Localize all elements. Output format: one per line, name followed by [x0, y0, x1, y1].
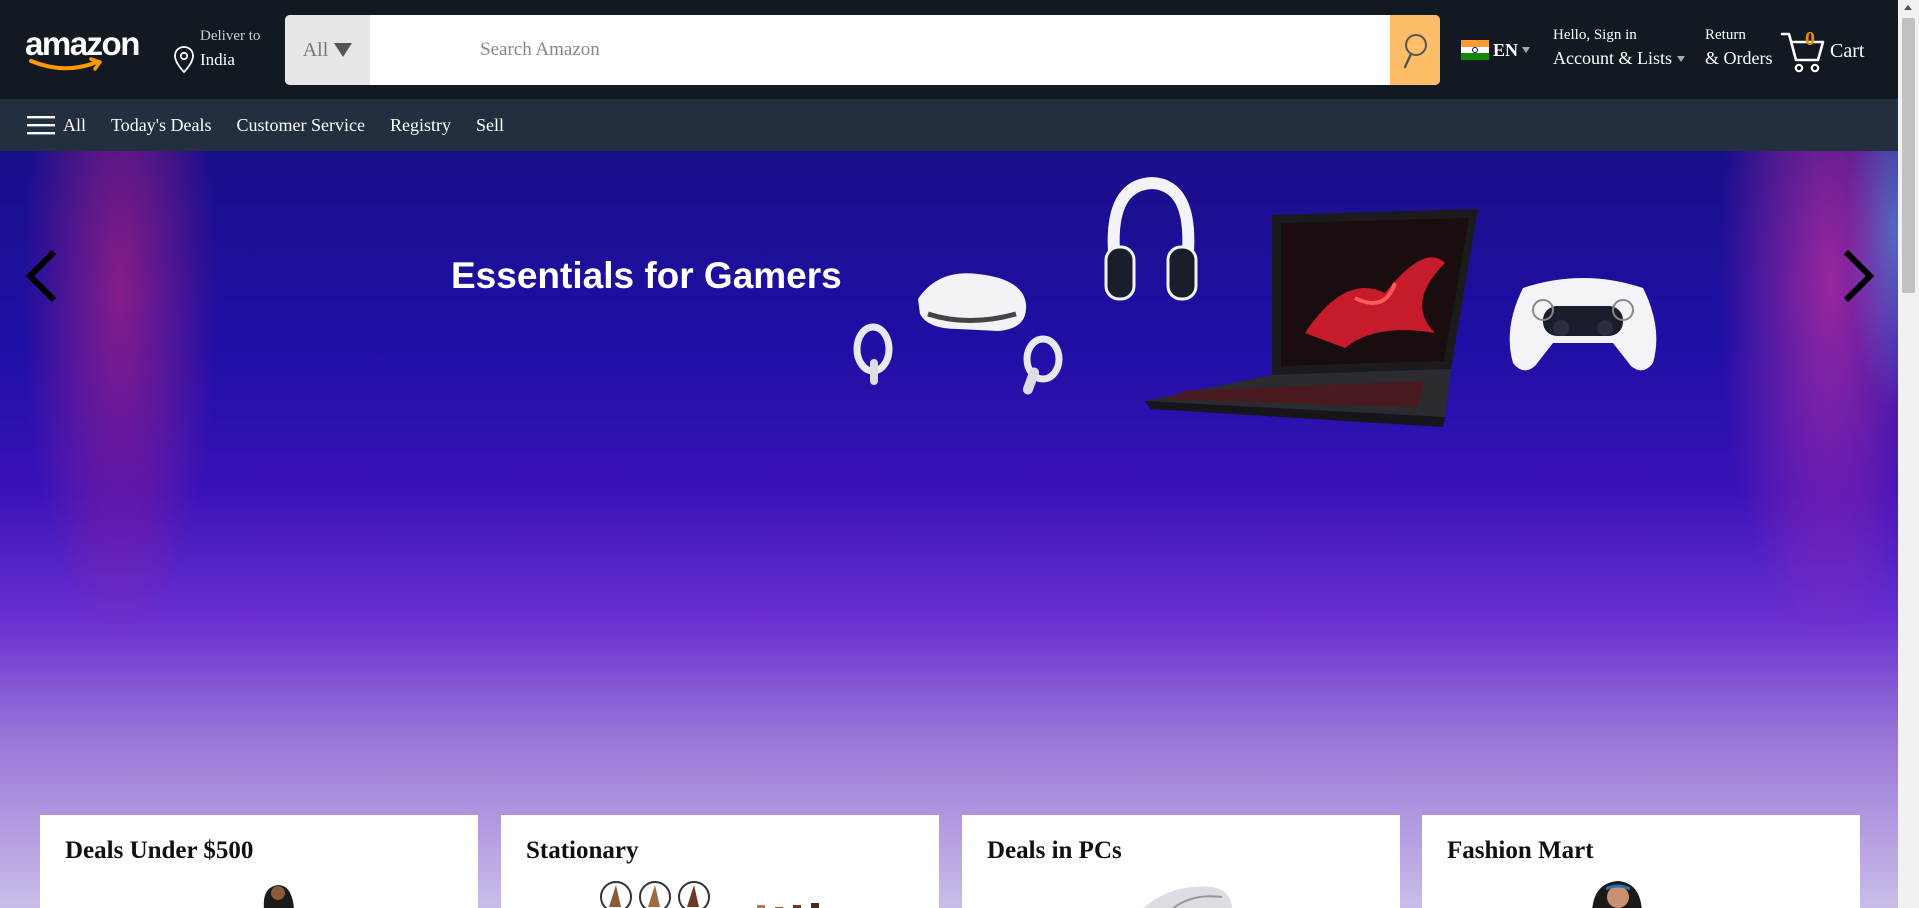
search-category-select[interactable]: All: [285, 15, 370, 85]
card-title: Deals Under $500: [65, 837, 254, 864]
language-code: EN: [1493, 39, 1519, 60]
account-lists[interactable]: Hello, Sign in Account & Lists: [1553, 27, 1685, 69]
search-bar: All: [285, 15, 1440, 85]
all-menu-label: All: [63, 114, 87, 135]
chevron-down-icon: [334, 43, 353, 57]
search-icon: [1403, 34, 1427, 69]
hero-title: Essentials for Gamers: [451, 255, 842, 296]
vr-headset-image: [853, 273, 1063, 395]
scrollbar-thumb[interactable]: [1902, 18, 1915, 293]
nav-customer-service[interactable]: Customer Service: [236, 115, 364, 136]
returns-label: Return: [1705, 27, 1746, 43]
card-title: Fashion Mart: [1447, 837, 1594, 864]
cart-count: 0: [1805, 28, 1815, 50]
hamburger-menu-icon: [27, 116, 55, 135]
all-menu-button[interactable]: All: [27, 115, 86, 136]
chevron-left-icon[interactable]: [24, 246, 64, 306]
cart-button[interactable]: 0 Cart: [1780, 28, 1880, 76]
search-input[interactable]: [370, 15, 1355, 85]
card-stationary[interactable]: Stationary: [501, 815, 939, 908]
top-navbar: amazon Deliver to India All EN: [0, 0, 1898, 99]
chevron-right-icon[interactable]: [1836, 246, 1876, 306]
deliver-to[interactable]: Deliver to India: [174, 24, 274, 76]
card-title: Stationary: [526, 837, 639, 864]
caret-down-icon: [1522, 47, 1531, 53]
sub-navbar: All Today's Deals Customer Service Regis…: [0, 99, 1898, 151]
scroll-up-arrow-icon[interactable]: [1904, 5, 1912, 10]
cart-icon: [1780, 32, 1825, 73]
returns-orders[interactable]: Return & Orders: [1705, 27, 1772, 69]
game-controller-image: [1509, 278, 1657, 371]
page-scrollbar[interactable]: [1898, 0, 1919, 908]
cart-label: Cart: [1830, 40, 1865, 62]
account-greeting: Hello, Sign in: [1553, 27, 1637, 43]
search-category-label: All: [302, 38, 329, 61]
caret-down-icon: [1677, 55, 1685, 62]
card-title: Deals in PCs: [987, 837, 1122, 864]
laptop-image: [1145, 209, 1478, 427]
nav-todays-deals[interactable]: Today's Deals: [111, 115, 211, 136]
location-pin-icon: [174, 46, 194, 74]
card-deals-under-500[interactable]: Deals Under $500: [40, 815, 478, 908]
logo-smile-icon: [29, 57, 102, 71]
hero-carousel: Essentials for Gamers: [0, 151, 1898, 908]
card-product-image: [1143, 886, 1232, 908]
card-product-image: [263, 885, 294, 908]
nav-registry[interactable]: Registry: [390, 115, 451, 136]
card-fashion-mart[interactable]: Fashion Mart: [1422, 815, 1860, 908]
card-product-image: [1592, 881, 1642, 908]
account-label: Account & Lists: [1553, 48, 1672, 68]
language-selector[interactable]: EN: [1461, 36, 1531, 64]
deliver-location: India: [200, 50, 235, 69]
search-button[interactable]: [1390, 15, 1440, 85]
card-deals-in-pcs[interactable]: Deals in PCs: [962, 815, 1400, 908]
orders-label: & Orders: [1705, 48, 1773, 68]
nav-sell[interactable]: Sell: [476, 115, 504, 136]
amazon-logo[interactable]: amazon: [25, 24, 150, 72]
card-product-image: [600, 881, 819, 908]
deliver-label: Deliver to: [200, 28, 261, 44]
india-flag-icon: [1461, 40, 1489, 61]
account-label-row: Account & Lists: [1553, 48, 1685, 69]
